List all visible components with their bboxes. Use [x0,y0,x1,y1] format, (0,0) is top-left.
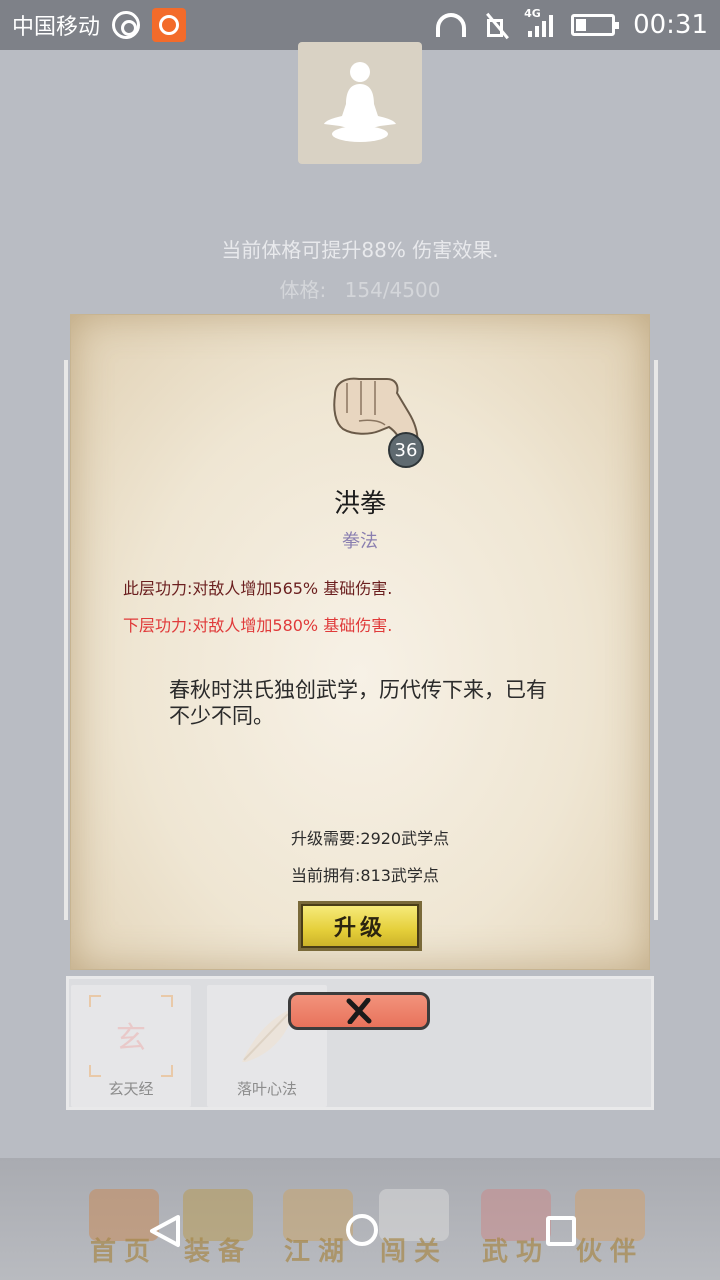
skill-level-badge: 36 [388,432,424,468]
nav-recent-apps-icon[interactable] [546,1216,576,1246]
skill-detail-panel: 36 洪拳 拳法 此层功力:对敌人增加565% 基础伤害. 下层功力:对敌人增加… [70,314,650,970]
skill-item-label: 玄天经 [108,1080,154,1098]
meditation-avatar[interactable] [298,42,422,164]
tab-label: 江湖 [283,1237,352,1267]
skill-name: 洪拳 [333,489,386,519]
tizhi-value: 154/4500 [344,278,441,302]
battery-icon [571,14,620,36]
tab-label: 武功 [481,1237,550,1267]
tab-companions[interactable]: 伙伴 [562,1178,658,1268]
xuantian-glyph-icon: 玄 [116,1021,146,1056]
upgrade-button[interactable]: 升级 [298,901,422,951]
close-button[interactable] [288,992,430,1030]
close-icon [346,998,372,1024]
mute-icon [484,12,510,38]
upgrade-button-label: 升级 [301,904,419,948]
skill-item-label: 落叶心法 [236,1080,297,1098]
weibo-icon [112,11,141,39]
skill-item-xuantianjing[interactable]: 玄 玄天经 [71,985,191,1107]
notification-app-icon [152,8,187,42]
nav-back-icon[interactable] [148,1214,182,1248]
tab-label: 伙伴 [575,1237,644,1267]
signal-icon: 4G [524,7,554,37]
network-type: 4G [524,7,541,20]
tizhi-label: 体格: [279,278,327,302]
carrier-name: 中国移动 [12,15,101,40]
upgrade-cost: 升级需要:2920武学点 [291,829,450,848]
tab-equipment[interactable]: 装备 [170,1178,266,1268]
tizhi-buff-text: 当前体格可提升88% 伤害效果. [221,238,499,262]
owned-points: 当前拥有:813武学点 [291,866,439,885]
skill-description: 春秋时洪氏独创武学，历代传下来，已有不少不同。 [169,678,547,728]
skill-type: 拳法 [342,531,378,552]
tab-stages[interactable]: 闯关 [366,1178,462,1268]
tab-label: 装备 [183,1237,252,1267]
meditating-figure-icon [324,62,396,142]
headset-icon [436,13,467,37]
next-layer-effect: 下层功力:对敌人增加580% 基础伤害. [123,616,393,635]
tab-label: 闯关 [379,1237,448,1267]
current-layer-effect: 此层功力:对敌人增加565% 基础伤害. [123,579,393,598]
tizhi-stat: 体格: 154/4500 [0,274,720,303]
clock: 00:31 [633,10,708,40]
nav-home-icon[interactable] [346,1214,378,1246]
